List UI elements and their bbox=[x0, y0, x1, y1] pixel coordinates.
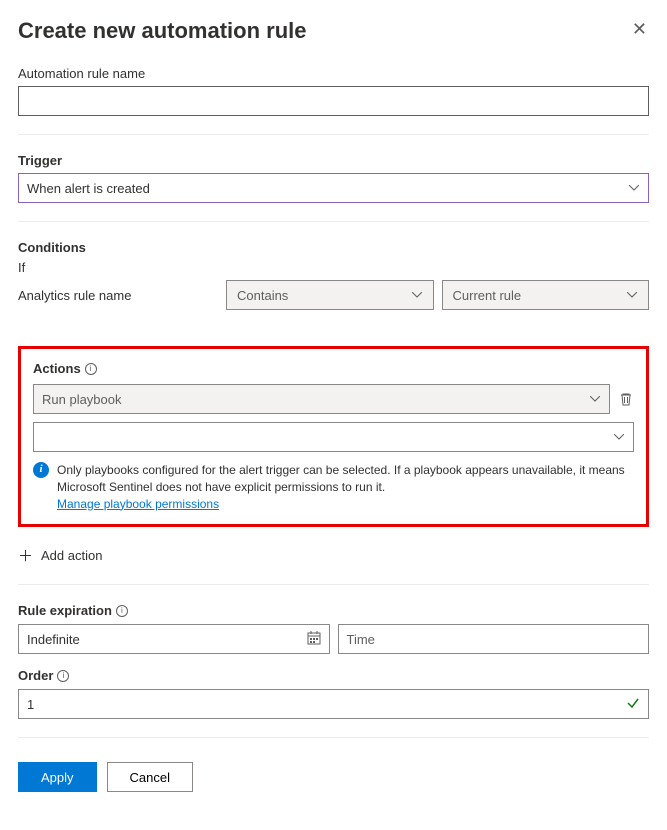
expiration-time-input[interactable]: Time bbox=[338, 624, 650, 654]
trigger-selected: When alert is created bbox=[27, 181, 628, 196]
playbook-info-text: Only playbooks configured for the alert … bbox=[57, 462, 634, 512]
actions-label: Actions bbox=[33, 361, 81, 376]
condition-value-dropdown[interactable]: Current rule bbox=[442, 280, 650, 310]
plus-icon: ＋ bbox=[18, 545, 33, 566]
expiration-date-value: Indefinite bbox=[27, 632, 307, 647]
calendar-icon[interactable] bbox=[307, 631, 321, 648]
run-playbook-label: Run playbook bbox=[42, 392, 589, 407]
divider bbox=[18, 134, 649, 135]
order-input[interactable]: 1 bbox=[18, 689, 649, 719]
info-icon: i bbox=[33, 462, 49, 478]
condition-value: Current rule bbox=[453, 288, 627, 303]
expiration-time-placeholder: Time bbox=[347, 632, 641, 647]
check-icon bbox=[626, 696, 640, 713]
cancel-button[interactable]: Cancel bbox=[107, 762, 193, 792]
playbook-select-dropdown[interactable] bbox=[33, 422, 634, 452]
divider bbox=[18, 221, 649, 222]
info-icon[interactable]: i bbox=[116, 605, 128, 617]
info-icon[interactable]: i bbox=[85, 363, 97, 375]
trigger-dropdown[interactable]: When alert is created bbox=[18, 173, 649, 203]
order-value: 1 bbox=[27, 697, 626, 712]
apply-button[interactable]: Apply bbox=[18, 762, 97, 792]
condition-operator-dropdown[interactable]: Contains bbox=[226, 280, 434, 310]
delete-icon[interactable] bbox=[618, 391, 634, 407]
expiration-date-input[interactable]: Indefinite bbox=[18, 624, 330, 654]
rule-name-input[interactable] bbox=[18, 86, 649, 116]
divider bbox=[18, 584, 649, 585]
divider bbox=[18, 737, 649, 738]
analytics-rule-label: Analytics rule name bbox=[18, 288, 218, 303]
chevron-down-icon bbox=[411, 289, 423, 301]
order-label: Order bbox=[18, 668, 53, 683]
trigger-label: Trigger bbox=[18, 153, 649, 168]
actions-section: Actions i Run playbook i Only playbooks … bbox=[18, 346, 649, 527]
page-title: Create new automation rule bbox=[18, 18, 307, 44]
if-label: If bbox=[18, 260, 649, 275]
expiration-label: Rule expiration bbox=[18, 603, 112, 618]
chevron-down-icon bbox=[613, 431, 625, 443]
chevron-down-icon bbox=[628, 182, 640, 194]
chevron-down-icon bbox=[589, 393, 601, 405]
add-action-button[interactable]: ＋ Add action bbox=[18, 545, 649, 566]
close-icon[interactable]: ✕ bbox=[630, 18, 649, 40]
condition-operator-value: Contains bbox=[237, 288, 411, 303]
chevron-down-icon bbox=[626, 289, 638, 301]
info-icon[interactable]: i bbox=[57, 670, 69, 682]
run-playbook-dropdown[interactable]: Run playbook bbox=[33, 384, 610, 414]
rule-name-label: Automation rule name bbox=[18, 66, 649, 81]
conditions-label: Conditions bbox=[18, 240, 649, 255]
add-action-label: Add action bbox=[41, 548, 102, 563]
manage-permissions-link[interactable]: Manage playbook permissions bbox=[57, 496, 219, 513]
